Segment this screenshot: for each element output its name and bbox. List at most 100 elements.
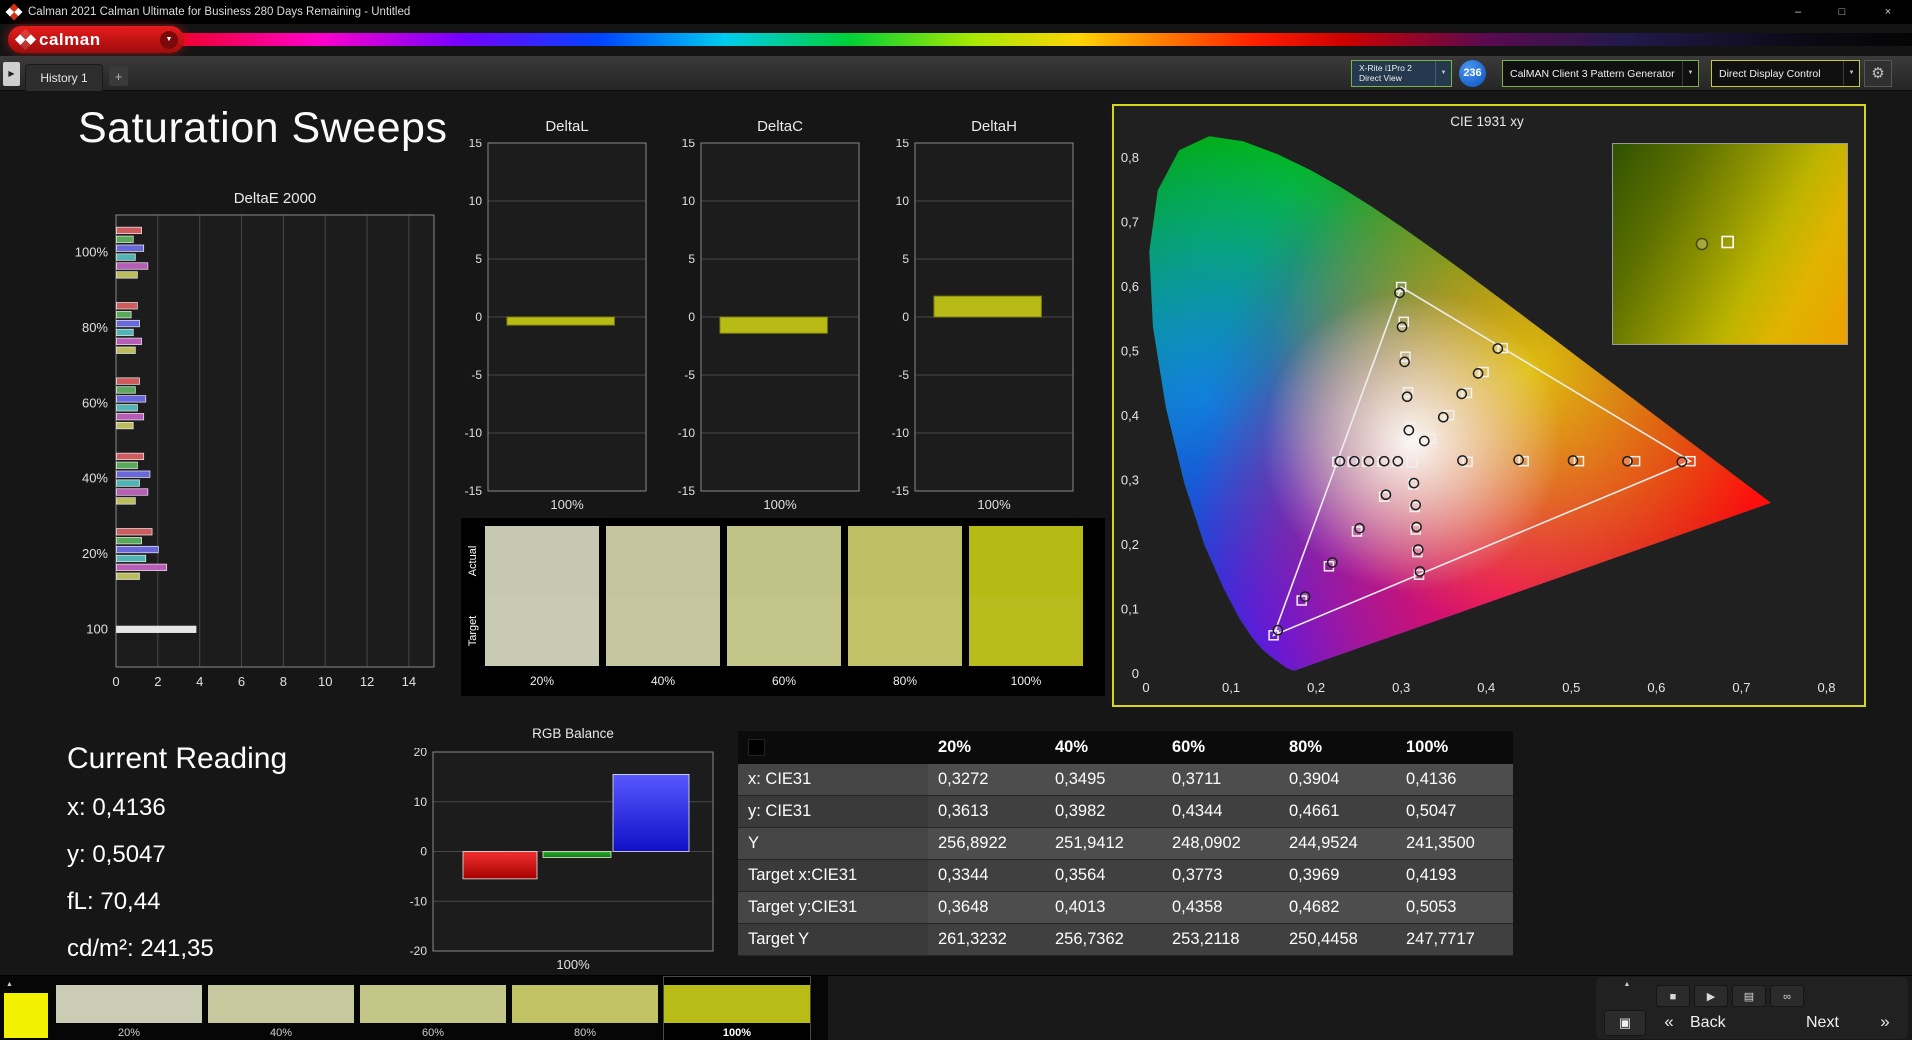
- pattern-swatch-100%[interactable]: 100%: [663, 976, 811, 1040]
- chevron-up-icon[interactable]: ▲: [1618, 979, 1636, 991]
- table-cell: 241,3500: [1396, 827, 1513, 860]
- swatch-color[interactable]: [56, 985, 202, 1023]
- svg-text:0: 0: [1142, 680, 1149, 695]
- swatch-color[interactable]: [664, 985, 810, 1023]
- rgb-balance-plot: 20 10 0 -10 -20: [410, 748, 714, 958]
- target-swatch: [606, 596, 720, 666]
- deltal-chart-title: DeltaL: [545, 118, 589, 135]
- target-row-label: Target: [467, 615, 479, 647]
- chevron-up-icon[interactable]: ▲: [2, 978, 17, 991]
- active-pattern-preview: [4, 993, 48, 1038]
- table-cell: 250,4458: [1279, 923, 1396, 956]
- pattern-swatch-40%[interactable]: 40%: [208, 977, 354, 1040]
- svg-text:100%: 100%: [75, 245, 109, 260]
- tab-history-1[interactable]: History 1: [25, 64, 103, 91]
- row-label: Target y:CIE31: [738, 891, 928, 924]
- meter-dropdown[interactable]: X-Rite i1Pro 2 Direct View ▼: [1351, 60, 1452, 87]
- actual-swatch: [848, 526, 962, 596]
- next-button[interactable]: Next: [1806, 1010, 1839, 1036]
- save-button[interactable]: ▤: [1732, 985, 1766, 1007]
- deltah-chart-plot: 15 10 5 0 -5 -10 -15: [892, 139, 1074, 497]
- chevron-down-icon[interactable]: ▼: [1682, 61, 1698, 86]
- column-header: 40%: [1045, 731, 1162, 764]
- table-cell: 261,3232: [928, 923, 1045, 956]
- calman-logo-button[interactable]: calman ▼: [8, 26, 184, 53]
- svg-text:40%: 40%: [82, 471, 108, 486]
- svg-text:0,4: 0,4: [1121, 408, 1139, 423]
- deltah-chart-title: DeltaH: [971, 118, 1017, 135]
- cie-1931-chart: CIE 1931 xy 0 0 0,1 0,1 0,2 0,2 0,3 0,3 0,4 0,4 0,…: [1112, 104, 1866, 707]
- svg-text:0: 0: [475, 310, 482, 324]
- table-row: Target x:CIE31 0,3344 0,3564 0,3773 0,3969 0,…: [738, 859, 1513, 892]
- swatch-label: 20%: [529, 674, 555, 688]
- svg-text:-5: -5: [471, 368, 482, 382]
- row-label: x: CIE31: [738, 764, 928, 796]
- deltae2000-chart-title: DeltaE 2000: [233, 190, 317, 207]
- svg-text:-5: -5: [898, 368, 909, 382]
- page-title: Saturation Sweeps: [78, 104, 448, 152]
- reading-x: x: 0,4136: [67, 794, 166, 821]
- svg-text:10: 10: [682, 194, 696, 208]
- svg-text:0: 0: [902, 310, 909, 324]
- swatch-label: 60%: [771, 674, 797, 688]
- table-cell: 248,0902: [1162, 827, 1279, 860]
- chevrons-right-icon[interactable]: »: [1868, 1010, 1902, 1036]
- target-swatch: [969, 596, 1083, 666]
- saturation-swatch-column: 40%: [606, 526, 720, 688]
- stop-button[interactable]: ■: [1656, 985, 1690, 1007]
- table-cell: 256,7362: [1045, 923, 1162, 956]
- table-row: Target Y 261,3232 256,7362 253,2118 250,4458…: [738, 923, 1513, 956]
- saturation-swatch-column: 60%: [727, 526, 841, 688]
- maximize-button[interactable]: □: [1820, 0, 1864, 24]
- table-cell: 0,3613: [928, 795, 1045, 828]
- reading-y: y: 0,5047: [67, 841, 166, 868]
- transport-panel: ▲ ■ ▶ ▤ ∞ ▣ « Back Next »: [1596, 977, 1908, 1039]
- svg-text:0,7: 0,7: [1732, 680, 1750, 695]
- gear-icon[interactable]: ⚙: [1864, 60, 1892, 87]
- svg-text:0,8: 0,8: [1817, 680, 1835, 695]
- chevron-down-icon[interactable]: ▼: [1435, 61, 1451, 86]
- reading-fl: fL: 70,44: [67, 888, 161, 915]
- cie-zoom-inset: [1612, 143, 1848, 345]
- pattern-swatch-60%[interactable]: 60%: [360, 977, 506, 1040]
- calman-logo-text: calman: [39, 29, 101, 49]
- chevrons-left-icon[interactable]: «: [1652, 1010, 1686, 1036]
- svg-text:0: 0: [112, 674, 119, 689]
- svg-text:5: 5: [902, 252, 909, 266]
- minimize-button[interactable]: –: [1776, 0, 1820, 24]
- pattern-swatch-80%[interactable]: 80%: [512, 977, 658, 1040]
- table-cell: 0,3495: [1045, 764, 1162, 796]
- swatch-color[interactable]: [360, 985, 506, 1023]
- display-control-dropdown[interactable]: Direct Display Control ▼: [1711, 60, 1860, 87]
- continuous-measure-button[interactable]: ∞: [1770, 985, 1804, 1007]
- table-cell: 0,3648: [928, 891, 1045, 924]
- play-button[interactable]: ▶: [1694, 985, 1728, 1007]
- swatch-color[interactable]: [512, 985, 658, 1023]
- window-title: Calman 2021 Calman Ultimate for Business…: [28, 6, 411, 18]
- reading-cdm2: cd/m²: 241,35: [67, 935, 214, 962]
- history-panel-toggle[interactable]: ▶: [3, 62, 20, 86]
- meter-count-badge[interactable]: 236: [1459, 60, 1486, 87]
- table-cell: 0,3564: [1045, 859, 1162, 892]
- chevron-down-icon[interactable]: ▼: [1843, 61, 1859, 86]
- svg-text:0,3: 0,3: [1121, 473, 1139, 488]
- pattern-window-button[interactable]: ▣: [1604, 1010, 1646, 1036]
- pattern-generator-dropdown[interactable]: CalMAN Client 3 Pattern Generator ▼: [1502, 60, 1699, 87]
- svg-text:12: 12: [360, 674, 374, 689]
- column-header: 100%: [1396, 731, 1513, 764]
- svg-text:0,6: 0,6: [1121, 279, 1139, 294]
- add-tab-button[interactable]: +: [109, 67, 128, 86]
- close-button[interactable]: ×: [1864, 0, 1912, 24]
- deltal-x-label: 100%: [550, 497, 584, 512]
- deltac-chart-title: DeltaC: [757, 118, 803, 135]
- svg-text:20%: 20%: [82, 546, 108, 561]
- table-cell: 0,5053: [1396, 891, 1513, 924]
- swatch-color[interactable]: [208, 985, 354, 1023]
- back-button[interactable]: Back: [1690, 1010, 1726, 1036]
- row-label: Target x:CIE31: [738, 859, 928, 892]
- svg-text:0,1: 0,1: [1121, 602, 1139, 617]
- svg-text:100: 100: [86, 621, 108, 636]
- logo-menu-arrow-icon[interactable]: ▼: [160, 30, 178, 49]
- pattern-swatch-20%[interactable]: 20%: [56, 977, 202, 1040]
- display-control-label: Direct Display Control: [1719, 67, 1821, 80]
